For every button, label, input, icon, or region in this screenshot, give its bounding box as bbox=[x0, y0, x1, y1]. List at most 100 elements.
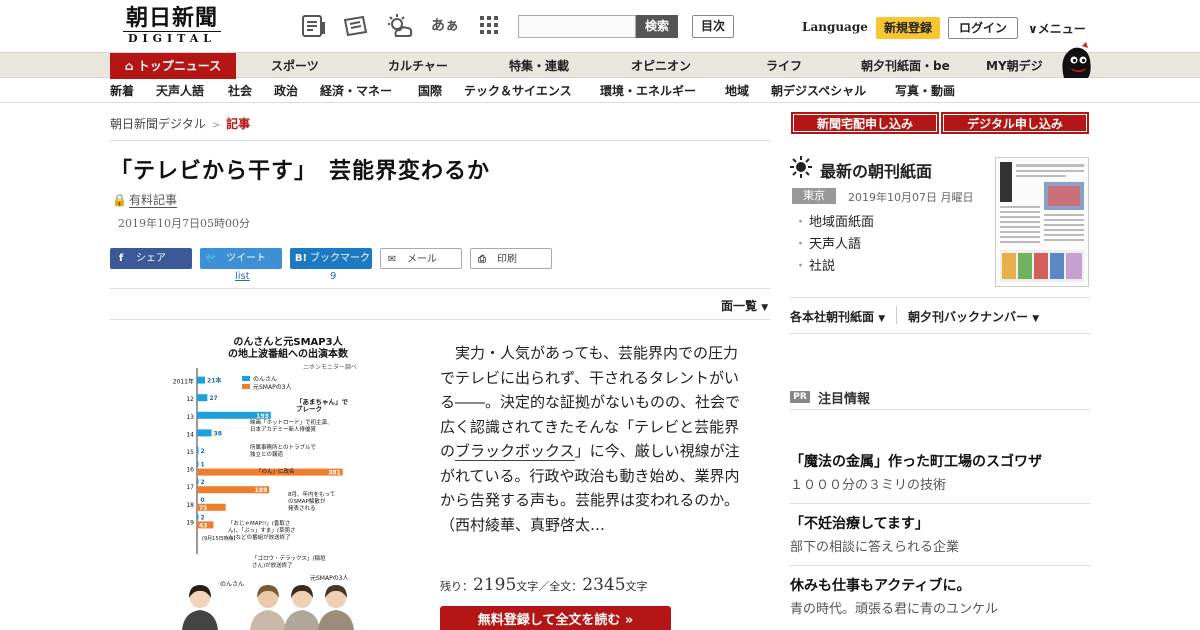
nav-culture[interactable]: カルチャー bbox=[388, 53, 448, 79]
mascot-icon[interactable] bbox=[1058, 42, 1092, 80]
remain-unit: 文字／全文： bbox=[516, 580, 583, 593]
nav2-photo-video[interactable]: 写真・動画 bbox=[895, 79, 955, 103]
chart-annotation: 日本アカデミー新人俳優賞 bbox=[250, 425, 317, 433]
apps-grid-icon[interactable] bbox=[478, 14, 506, 38]
chart-annotation: 映画「ホットロード」で初主演、 bbox=[250, 418, 333, 426]
menu-button[interactable]: ∨メニュー bbox=[1028, 20, 1086, 37]
regional-edition-dropdown[interactable]: 各本社朝刊紙面 ▼ bbox=[790, 308, 885, 325]
nav2-tech[interactable]: テック＆サイエンス bbox=[464, 79, 572, 103]
nav2-politics[interactable]: 政治 bbox=[274, 79, 298, 103]
article-date: 2019年10月7日05時00分 bbox=[118, 217, 250, 230]
nav2-region[interactable]: 地域 bbox=[725, 79, 749, 103]
pr-headline-3[interactable]: 休みも仕事もアクティブに。 bbox=[790, 575, 970, 595]
share-hatena-button[interactable]: B! ブックマーク bbox=[290, 248, 372, 269]
chart-photo-body bbox=[250, 610, 286, 630]
morning-link-region[interactable]: 地域面紙面 bbox=[794, 212, 874, 234]
chart-annotation: ん)、「ぷっ」すま」(草彅さ bbox=[228, 526, 296, 534]
chart-annotation: ブレーク bbox=[296, 404, 322, 413]
black-box-link[interactable]: ブラックボックス bbox=[455, 442, 575, 461]
chart-bar-non bbox=[197, 447, 199, 454]
chart-tick-label: 12 bbox=[186, 396, 194, 403]
pr-sub-3[interactable]: 青の時代。頑張る君に青のユンケル bbox=[790, 598, 998, 617]
nav2-environment[interactable]: 環境・エネルギー bbox=[600, 79, 696, 103]
pr-sub-2[interactable]: 部下の相談に答えられる企業 bbox=[790, 536, 959, 555]
chart-value-label-non: 27 bbox=[209, 395, 217, 402]
chart-bar-non bbox=[197, 479, 199, 485]
nav-opinion[interactable]: オピニオン bbox=[631, 53, 691, 79]
font-size-toggle[interactable]: あぁ bbox=[431, 14, 459, 38]
nav-my-asadigi[interactable]: MY朝デジ bbox=[986, 53, 1043, 79]
article-body: 実力・人気があっても、芸能界内での圧力でテレビに出られず、干されるタレントがいる… bbox=[440, 341, 748, 537]
morning-date: 2019年10月07日 月曜日 bbox=[848, 191, 974, 204]
delivery-subscribe-button[interactable]: 新聞宅配申し込み bbox=[791, 112, 939, 134]
share-twitter-button[interactable]: 🐦 ツイート bbox=[200, 248, 282, 269]
chart-tick-label: 19 bbox=[186, 519, 194, 526]
search-button[interactable]: 検索 bbox=[636, 15, 678, 38]
pr-sub-1[interactable]: １０００分の３ミリの技術 bbox=[790, 474, 946, 493]
share-facebook-button[interactable]: f シェア bbox=[110, 248, 192, 269]
primary-nav: ⌂ トップニュース スポーツ カルチャー 特集・連載 オピニオン ライフ 朝夕刊… bbox=[0, 52, 1200, 79]
coupon-icon[interactable] bbox=[342, 14, 370, 38]
pr-headline-2[interactable]: 「不妊治療してます」 bbox=[790, 513, 929, 533]
chart-tick-label: 14 bbox=[186, 431, 194, 438]
share-label: メール bbox=[407, 254, 437, 265]
paid-article-badge[interactable]: 🔒 有料記事 bbox=[112, 191, 177, 208]
nav2-tenseijingo[interactable]: 天声人語 bbox=[156, 79, 204, 103]
nav2-special[interactable]: 朝デジスペシャル bbox=[771, 79, 866, 103]
site-logo[interactable]: 朝日新聞 DIGITAL bbox=[113, 6, 231, 46]
language-link[interactable]: Language bbox=[802, 20, 868, 34]
nav2-international[interactable]: 国際 bbox=[418, 79, 442, 103]
chart-value-label-non: 2 bbox=[201, 448, 205, 455]
print-button[interactable]: ⎙ 印刷 bbox=[470, 248, 552, 269]
chart-title-line1: のんさんと元SMAP3人 bbox=[233, 336, 343, 348]
morning-link-tensei[interactable]: 天声人語 bbox=[794, 234, 874, 256]
nav-paper[interactable]: 朝夕刊紙面・be bbox=[861, 53, 950, 79]
nav-top-news[interactable]: ⌂ トップニュース bbox=[110, 53, 236, 79]
mail-icon: ✉ bbox=[387, 254, 397, 265]
divider bbox=[790, 503, 1090, 504]
chart-annotation: (9月15日時点) bbox=[202, 536, 235, 542]
breadcrumb-home[interactable]: 朝日新聞デジタル bbox=[110, 117, 206, 131]
chart-value-label-non: 2 bbox=[201, 479, 205, 486]
hatena-icon: B! bbox=[294, 253, 308, 264]
divider bbox=[790, 565, 1090, 566]
weather-icon[interactable] bbox=[386, 14, 414, 38]
dropdown-label: 各本社朝刊紙面 bbox=[790, 310, 875, 324]
share-label: シェア bbox=[136, 253, 166, 264]
nav2-latest[interactable]: 新着 bbox=[110, 79, 134, 103]
read-full-article-button[interactable]: 無料登録して全文を読む » bbox=[440, 606, 671, 630]
pr-section-title: 注目情報 bbox=[818, 392, 871, 407]
search-input[interactable] bbox=[518, 15, 636, 38]
chart-value-label-non: 38 bbox=[214, 430, 222, 437]
nav-life[interactable]: ライフ bbox=[766, 53, 802, 79]
chart-value-label-non: 1 bbox=[201, 462, 205, 469]
twitter-count[interactable]: list bbox=[235, 271, 250, 282]
digital-subscribe-button[interactable]: デジタル申し込み bbox=[941, 112, 1089, 134]
chart-annotation: 所属事務所とのトラブルで bbox=[250, 443, 316, 451]
chart-tick-label: 16 bbox=[186, 467, 194, 474]
caret-down-icon: ▼ bbox=[878, 314, 886, 324]
backnumber-dropdown[interactable]: 朝夕刊バックナンバー ▼ bbox=[908, 308, 1039, 325]
register-button[interactable]: 新規登録 bbox=[876, 17, 940, 39]
chevron-down-icon: ∨ bbox=[1028, 22, 1038, 36]
total-unit: 文字 bbox=[625, 580, 648, 593]
nav-features[interactable]: 特集・連載 bbox=[509, 53, 569, 79]
nav-sports[interactable]: スポーツ bbox=[271, 53, 319, 79]
facebook-icon: f bbox=[118, 253, 124, 264]
chart-bar-non bbox=[197, 394, 208, 402]
login-button[interactable]: ログイン bbox=[948, 17, 1018, 39]
pr-headline-1[interactable]: 「魔法の金属」作った町工場のスゴワザ bbox=[790, 451, 1042, 471]
page-list-label: 面一覧 bbox=[721, 299, 758, 313]
share-mail-button[interactable]: ✉ メール bbox=[380, 248, 462, 269]
toc-button[interactable]: 目次 bbox=[692, 15, 734, 38]
morning-link-editorial[interactable]: 社説 bbox=[794, 256, 874, 278]
article-chart[interactable]: のんさんと元SMAP3人 の地上波番組への出演本数 ニホンモニター調べ 2011年 21… bbox=[170, 335, 360, 630]
divider bbox=[896, 306, 897, 324]
newspaper-thumbnail[interactable] bbox=[995, 157, 1089, 287]
nav2-society[interactable]: 社会 bbox=[228, 79, 252, 103]
chart-bar-non bbox=[197, 429, 212, 437]
newspaper-icon[interactable] bbox=[301, 14, 329, 38]
chart-legend-swatch-non bbox=[242, 376, 250, 381]
page-list-dropdown[interactable]: 面一覧 ▼ bbox=[721, 297, 768, 314]
nav2-economy[interactable]: 経済・マネー bbox=[320, 79, 392, 103]
